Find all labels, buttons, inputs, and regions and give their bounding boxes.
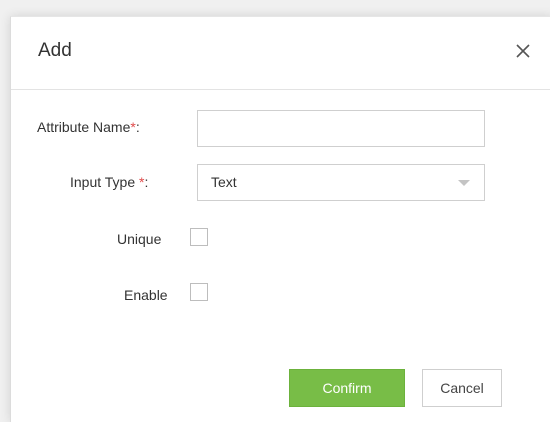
label-colon: : — [135, 119, 140, 135]
input-type-select[interactable]: Text — [197, 164, 485, 201]
attribute-name-label: Attribute Name*: — [37, 119, 140, 135]
attribute-name-input[interactable] — [197, 110, 485, 147]
input-type-label: Input Type *: — [70, 174, 148, 190]
dialog-title: Add — [38, 40, 72, 61]
attribute-name-label-text: Attribute Name — [37, 119, 131, 135]
chevron-down-icon — [458, 180, 470, 186]
label-colon: : — [144, 174, 149, 190]
input-type-label-text: Input Type — [70, 174, 140, 190]
confirm-button[interactable]: Confirm — [289, 369, 405, 407]
close-icon[interactable] — [515, 43, 531, 59]
enable-checkbox[interactable] — [190, 283, 208, 301]
input-type-selected-value: Text — [211, 174, 237, 190]
unique-checkbox[interactable] — [190, 228, 208, 246]
unique-label: Unique — [117, 231, 162, 247]
add-dialog: Add Attribute Name*: Input Type *: Text … — [10, 16, 550, 422]
dialog-header: Add — [11, 17, 550, 90]
cancel-button[interactable]: Cancel — [422, 369, 502, 407]
enable-label: Enable — [124, 287, 168, 303]
